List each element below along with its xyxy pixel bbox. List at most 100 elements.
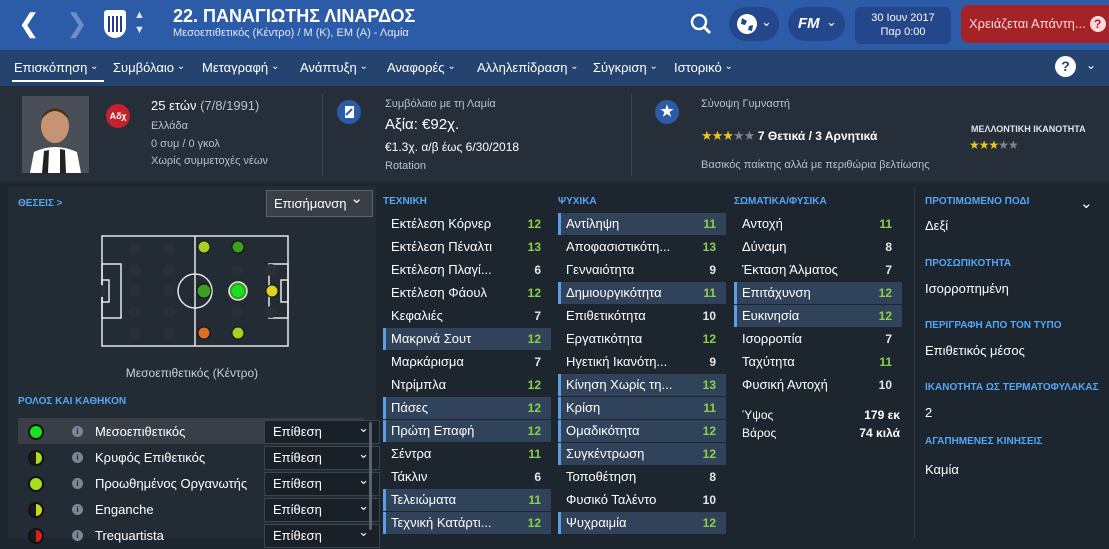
highlight-label: Επισήμανση [274,196,347,211]
duty-dropdown[interactable]: Επίθεση [264,469,380,496]
date-text: 30 Ιουν 2017 [871,12,935,24]
attribute-row[interactable]: Εκτέλεση Κόρνερ 12 [383,213,551,235]
attribute-value: 13 [702,240,716,254]
coach-rating: ★★★★★ 7 Θετικά / 3 Αρνητικά [701,128,877,144]
menu-contract[interactable]: Συμβόλαιο [113,60,185,75]
attribute-row[interactable]: Μακρινά Σουτ 12 [383,328,551,350]
chevron-down-icon: ⌄ [350,190,363,207]
menu-reports[interactable]: Αναφορές [387,60,456,75]
attribute-row[interactable]: Δύναμη 8 [734,236,902,258]
attribute-row[interactable]: Ταχύτητα 11 [734,351,902,373]
coach-summary-label: Σύνοψη Γυμναστή [701,98,790,110]
player-title: 22. ΠΑΝΑΓΙΩΤΗΣ ΛΙΝΑΡΔΟΣ [173,6,416,26]
attribute-row[interactable]: Εκτέλεση Πλαγί... 6 [383,259,551,281]
media-description-label: ΠΕΡΙΓΡΑΦΗ ΑΠΟ ΤΟΝ ΤΥΠΟ [925,320,1062,331]
attribute-row[interactable]: Κίνηση Χωρίς τη... 13 [558,374,726,396]
attribute-name: Τεχνική Κατάρτι... [391,515,492,530]
attribute-row[interactable]: Ευκινησία 12 [734,305,902,327]
attribute-row[interactable]: Ντρίμπλα 12 [383,374,551,396]
menu-transfer[interactable]: Μεταγραφή [202,60,279,75]
info-icon[interactable]: i [72,426,83,437]
attribute-row[interactable]: Ηγετική Ικανότη... 9 [558,351,726,373]
menu-interaction[interactable]: Αλληλεπίδραση [477,60,579,75]
attribute-row[interactable]: Έκταση Άλματος 7 [734,259,902,281]
back-arrow-icon[interactable]: ❮ [18,8,40,38]
menu-development[interactable]: Ανάπτυξη [300,60,368,75]
chevron-down-icon[interactable]: ⌄ [1086,58,1096,72]
info-icon[interactable]: i [72,504,83,515]
attribute-name: Επιτάχυνση [742,285,811,300]
globe-menu-button[interactable]: ⌄ [729,7,779,41]
current-ability-stars: ★★★★★ [701,128,755,143]
attribute-row[interactable]: Πάσες 12 [383,397,551,419]
duty-dropdown[interactable]: Επίθεση [264,417,380,444]
menu-history[interactable]: Ιστορικό [674,60,733,75]
fm-menu-button[interactable]: FM ⌄ [788,7,845,41]
date-display[interactable]: 30 Ιουν 2017 Παρ 0:00 [855,7,951,44]
role-name: Μεσοεπιθετικός [95,424,186,439]
attribute-row[interactable]: Εκτέλεση Φάουλ 12 [383,282,551,304]
role-row[interactable]: i Enganche Επίθεση [18,495,380,523]
info-icon[interactable]: i [72,530,83,541]
chevron-down-icon[interactable]: ⌄ [1080,194,1093,212]
attribute-row[interactable]: Επιτάχυνση 12 [734,282,902,304]
forward-arrow-icon[interactable]: ❯ [66,8,88,38]
attribute-row[interactable]: Αποφασιστικότη... 13 [558,236,726,258]
chevron-down-icon[interactable]: ▼ [134,24,145,36]
attribute-row[interactable]: Τοποθέτηση 8 [558,466,726,488]
attribute-row[interactable]: Κεφαλιές 7 [383,305,551,327]
role-row[interactable]: i Προωθημένος Οργανωτής Επίθεση [18,469,380,497]
alert-button[interactable]: Χρειάζεται Απάντη...? [961,5,1109,43]
attribute-row[interactable]: Αντοχή 11 [734,213,902,235]
attribute-row[interactable]: Τεχνική Κατάρτι... 12 [383,512,551,534]
attribute-row[interactable]: Κρίση 11 [558,397,726,419]
search-icon[interactable] [686,10,718,38]
attribute-row[interactable]: Ισορροπία 7 [734,328,902,350]
attribute-name: Κρίση [566,400,601,415]
menu-comparison[interactable]: Σύγκριση [593,60,658,75]
attribute-name: Ευκινησία [742,308,800,323]
attribute-row[interactable]: Σέντρα 11 [383,443,551,465]
attribute-row[interactable]: Φυσικό Ταλέντο 10 [558,489,726,511]
help-icon[interactable]: ? [1055,56,1076,77]
attribute-row[interactable]: Τελειώματα 11 [383,489,551,511]
attribute-row[interactable]: Τάκλιν 6 [383,466,551,488]
attribute-name: Δύναμη [742,239,787,254]
attribute-row[interactable]: Εργατικότητα 12 [558,328,726,350]
international-caps: 0 συμ / 0 γκολ [151,138,220,150]
positions-link[interactable]: ΘΕΣΕΙΣ > [18,198,63,209]
attribute-row[interactable]: Δημιουργικότητα 11 [558,282,726,304]
attribute-value: 8 [885,240,892,254]
position-caption: Μεσοεπιθετικός (Κέντρο) [125,366,259,380]
attribute-row[interactable]: Μαρκάρισμα 7 [383,351,551,373]
role-row[interactable]: i Κρυφός Επιθετικός Επίθεση [18,443,380,471]
role-row[interactable]: i Trequartista Επίθεση [18,521,380,549]
role-row[interactable]: i Μεσοεπιθετικός Επίθεση [18,417,380,445]
attribute-row[interactable]: Πρώτη Επαφή 12 [383,420,551,442]
goalkeeper-ability-label: ΙΚΑΝΟΤΗΤΑ ΩΣ ΤΕΡΜΑΤΟΦΥΛΑΚΑΣ [925,382,1099,393]
attribute-name: Τάκλιν [391,469,428,484]
attribute-value: 11 [528,493,541,507]
attribute-row[interactable]: Εκτέλεση Πέναλτι 13 [383,236,551,258]
attribute-row[interactable]: Ομαδικότητα 12 [558,420,726,442]
question-icon: ? [1089,16,1106,32]
highlight-dropdown[interactable]: Επισήμανση ⌄ [266,190,373,217]
chevron-up-icon[interactable]: ▲ [134,9,145,21]
duty-dropdown[interactable]: Επίθεση [264,443,380,470]
attribute-row[interactable]: Γενναιότητα 9 [558,259,726,281]
attribute-row[interactable]: Ψυχραιμία 12 [558,512,726,534]
duty-dropdown[interactable]: Επίθεση [264,521,380,548]
attribute-row[interactable]: Συγκέντρωση 12 [558,443,726,465]
squad-status: Rotation [385,160,426,172]
chevron-down-icon: ⌄ [761,14,772,29]
info-icon[interactable]: i [72,452,83,463]
attribute-row[interactable]: Φυσική Αντοχή 10 [734,374,902,396]
media-description-value: Επιθετικός μέσος [925,343,1025,358]
duty-dropdown[interactable]: Επίθεση [264,495,380,522]
attribute-row[interactable]: Αντίληψη 11 [558,213,726,235]
info-icon[interactable]: i [72,478,83,489]
menu-overview[interactable]: Επισκόπηση [14,60,99,75]
roles-scrollbar[interactable] [369,422,372,530]
attribute-name: Πρώτη Επαφή [391,423,475,438]
attribute-row[interactable]: Επιθετικότητα 10 [558,305,726,327]
